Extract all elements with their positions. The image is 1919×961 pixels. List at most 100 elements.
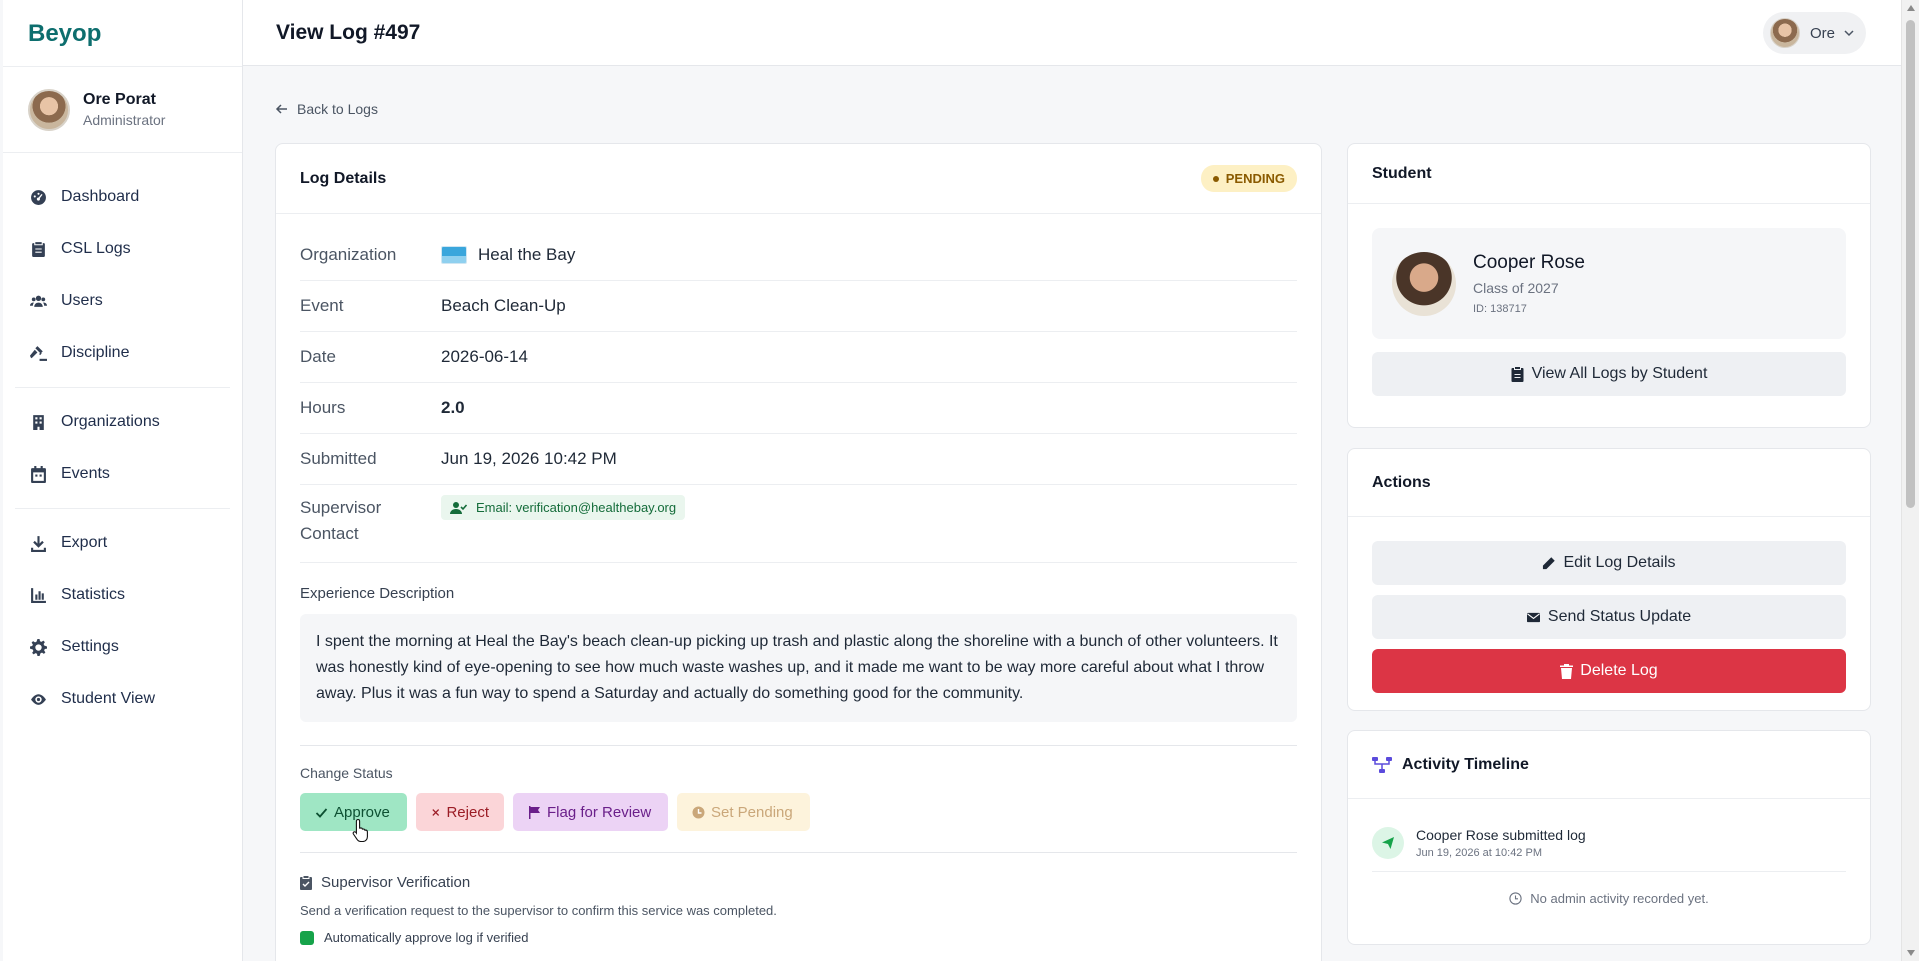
user-check-icon <box>450 501 467 514</box>
sidebar-item-dashboard[interactable]: Dashboard <box>15 171 230 223</box>
sidebar-item-export[interactable]: Export <box>15 517 230 569</box>
view-all-logs-button[interactable]: View All Logs by Student <box>1372 352 1846 396</box>
scroll-up-icon[interactable] <box>1907 5 1915 11</box>
sidebar-item-users[interactable]: Users <box>15 275 230 327</box>
profile-name: Ore Porat <box>83 91 156 108</box>
dashboard-icon <box>29 188 47 206</box>
sidebar-item-label: Dashboard <box>61 188 140 205</box>
sidebar-item-statistics[interactable]: Statistics <box>15 569 230 621</box>
view-all-logs-label: View All Logs by Student <box>1531 365 1708 382</box>
close-icon <box>432 808 440 816</box>
sidebar-item-label: Settings <box>61 638 119 655</box>
timeline-item-title: Cooper Rose submitted log <box>1416 827 1586 843</box>
flag-for-review-button[interactable]: Flag for Review <box>513 793 668 831</box>
arrow-left-icon <box>275 104 287 114</box>
hand-pointer-icon <box>352 818 368 842</box>
chart-icon <box>29 586 47 604</box>
event-value: Beach Clean-Up <box>441 296 566 315</box>
detail-label: Organization <box>300 245 397 264</box>
user-menu[interactable]: Ore <box>1763 12 1866 54</box>
brand-logo[interactable]: Beyop <box>3 0 242 67</box>
date-value: 2026-06-14 <box>441 347 528 366</box>
sidebar-item-discipline[interactable]: Discipline <box>15 327 230 379</box>
sidebar-item-settings[interactable]: Settings <box>15 621 230 673</box>
sidebar-item-csl-logs[interactable]: CSL Logs <box>15 223 230 275</box>
sidebar-profile: Ore Porat Administrator <box>3 67 242 153</box>
scroll-down-icon[interactable] <box>1907 950 1915 956</box>
avatar <box>1392 251 1456 316</box>
reject-label: Reject <box>446 803 489 821</box>
scrollbar-thumb[interactable] <box>1906 20 1915 508</box>
detail-label: Event <box>300 296 344 315</box>
nav-group-main: Dashboard CSL Logs Users Discipline <box>15 163 230 388</box>
detail-label: Submitted <box>300 449 377 468</box>
sidebar-item-label: Users <box>61 292 103 309</box>
download-icon <box>29 534 47 552</box>
divider <box>300 745 1297 746</box>
status-badge-label: PENDING <box>1225 171 1285 186</box>
nav-group-org: Organizations Events <box>15 388 230 509</box>
clipboard-check-icon <box>300 875 312 890</box>
flag-icon <box>529 805 540 819</box>
detail-row-hours: Hours 2.0 <box>300 383 1297 434</box>
organization-logo <box>441 246 467 264</box>
experience-description: I spent the morning at Heal the Bay's be… <box>300 614 1297 722</box>
supervisor-verification-title: Supervisor Verification <box>300 874 1297 891</box>
envelope-icon <box>1526 612 1540 622</box>
send-status-update-button[interactable]: Send Status Update <box>1372 595 1846 639</box>
activity-timeline-card: Activity Timeline Cooper Rose submitted … <box>1347 730 1871 945</box>
supervisor-contact-text: Email: verification@healthebay.org <box>476 500 677 515</box>
building-icon <box>29 413 47 431</box>
student-class: Class of 2027 <box>1473 280 1559 296</box>
reject-button[interactable]: Reject <box>416 793 504 831</box>
sidebar-item-label: Statistics <box>61 586 126 603</box>
send-status-update-label: Send Status Update <box>1547 608 1692 625</box>
sidebar-item-label: Organizations <box>61 413 160 430</box>
sidebar-item-organizations[interactable]: Organizations <box>15 396 230 448</box>
supervisor-contact-chip[interactable]: Email: verification@healthebay.org <box>441 495 686 520</box>
log-details-title: Log Details <box>300 169 387 187</box>
timeline-empty-text: No admin activity recorded yet. <box>1530 891 1709 906</box>
timeline-item-time: Jun 19, 2026 at 10:42 PM <box>1416 847 1542 859</box>
clock-icon <box>692 806 705 818</box>
avatar <box>28 88 70 131</box>
back-link-label: Back to Logs <box>297 101 378 117</box>
actions-card-title: Actions <box>1348 449 1870 517</box>
page-scrollbar[interactable] <box>1901 0 1919 961</box>
page-title: View Log #497 <box>276 21 421 44</box>
change-status-label: Change Status <box>300 765 393 781</box>
student-name: Cooper Rose <box>1473 252 1585 273</box>
clipboard-icon <box>29 240 47 258</box>
supervisor-label-line2: Contact <box>300 524 359 543</box>
timeline-item: Cooper Rose submitted log Jun 19, 2026 a… <box>1372 827 1846 872</box>
supervisor-label-line1: Supervisor <box>300 498 382 517</box>
back-to-logs-link[interactable]: Back to Logs <box>275 101 378 117</box>
set-pending-button[interactable]: Set Pending <box>677 793 810 831</box>
detail-row-supervisor: Supervisor Contact Email: verification@h… <box>300 485 1297 563</box>
status-dot-icon <box>1212 175 1219 182</box>
timeline-icon <box>1372 756 1392 773</box>
activity-timeline-title: Activity Timeline <box>1402 755 1529 773</box>
student-profile-box: Cooper Rose Class of 2027 ID: 138717 <box>1372 228 1846 339</box>
sidebar-item-label: CSL Logs <box>61 240 131 257</box>
supervisor-value: Email: verification@healthebay.org <box>441 495 686 520</box>
auto-approve-label: Automatically approve log if verified <box>324 930 529 945</box>
calendar-icon <box>29 465 47 483</box>
edit-log-button[interactable]: Edit Log Details <box>1372 541 1846 585</box>
auto-approve-option[interactable]: Automatically approve log if verified <box>300 930 1297 945</box>
chevron-down-icon <box>1844 30 1854 37</box>
detail-row-date: Date 2026-06-14 <box>300 332 1297 383</box>
delete-log-button[interactable]: Delete Log <box>1372 649 1846 693</box>
delete-log-label: Delete Log <box>1580 662 1658 679</box>
flag-label: Flag for Review <box>547 803 652 821</box>
detail-row-event: Event Beach Clean-Up <box>300 281 1297 332</box>
sidebar-item-events[interactable]: Events <box>15 448 230 500</box>
log-details-card: Log Details PENDING Organization Heal th… <box>275 143 1322 961</box>
auto-approve-checkbox[interactable] <box>300 930 314 945</box>
detail-label: Supervisor Contact <box>300 495 441 547</box>
paper-plane-icon <box>1372 827 1404 859</box>
users-icon <box>29 292 47 310</box>
sidebar-item-student-view[interactable]: Student View <box>15 673 230 725</box>
organization-value[interactable]: Heal the Bay <box>441 245 575 265</box>
profile-role: Administrator <box>83 112 166 128</box>
